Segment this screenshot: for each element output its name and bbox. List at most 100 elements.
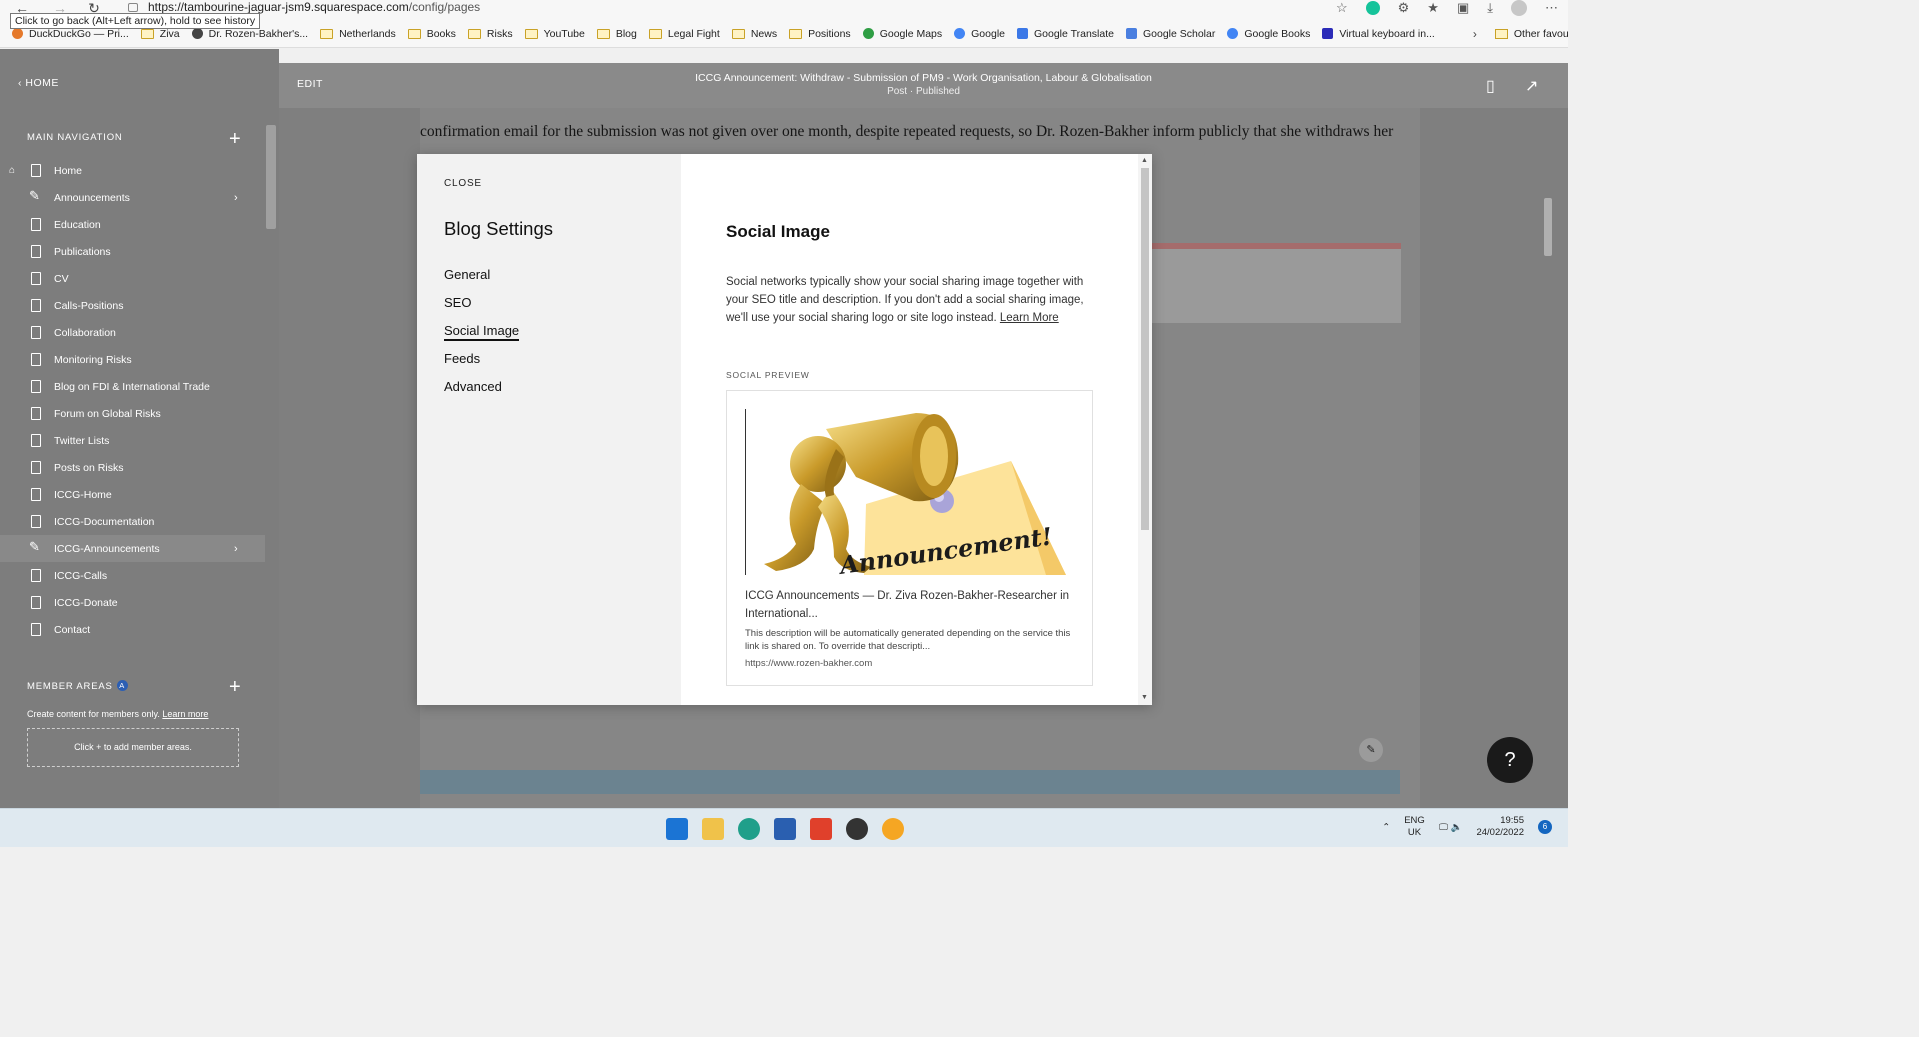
more-icon[interactable]: ⋯ [1545, 0, 1558, 17]
file-explorer-icon[interactable] [702, 818, 724, 840]
tab-general[interactable]: General [444, 267, 519, 295]
browser-icon[interactable] [882, 818, 904, 840]
home-icon: ⌂ [9, 165, 16, 176]
page-status: Post · Published [887, 86, 960, 97]
downloads-icon[interactable]: ⤓ [1487, 0, 1493, 17]
bookmark-item[interactable]: Google Translate [1017, 28, 1114, 40]
bookmark-item[interactable]: YouTube [524, 28, 585, 40]
expand-icon[interactable]: ↗ [1525, 76, 1538, 96]
home-link[interactable]: ‹ HOME [18, 77, 59, 89]
mobile-preview-icon[interactable]: ▯ [1486, 76, 1495, 96]
help-button[interactable]: ? [1487, 737, 1533, 783]
tab-advanced[interactable]: Advanced [444, 379, 519, 407]
embedded-taskbar-image [420, 770, 1400, 794]
sidebar-item-monitoring-risks[interactable]: Monitoring Risks [0, 346, 265, 373]
sidebar-item-iccg-announcements[interactable]: ICCG-Announcements› [0, 535, 265, 562]
page-title: ICCG Announcement: Withdraw - Submission… [695, 72, 1152, 84]
bookmark-item[interactable]: Google Maps [862, 28, 942, 40]
folder-icon [789, 28, 803, 39]
learn-more-link[interactable]: Learn more [162, 709, 208, 719]
browser-toolbar: ← → ↻ https://tambourine-jaguar-jsm9.squ… [0, 0, 1568, 29]
page-icon [31, 326, 41, 339]
favourites-icon[interactable]: ★ [1427, 0, 1439, 17]
add-page-button[interactable]: + [229, 129, 241, 149]
bookmark-item[interactable]: DuckDuckGo — Pri... [12, 28, 129, 40]
sidebar-item-publications[interactable]: Publications [0, 238, 265, 265]
bookmark-item[interactable]: Google [954, 28, 1005, 40]
bookmark-item[interactable]: Virtual keyboard in... [1322, 28, 1435, 40]
bookmark-item[interactable]: News [731, 28, 777, 40]
sidebar-item-iccg-documentation[interactable]: ICCG-Documentation [0, 508, 265, 535]
folder-icon [467, 28, 481, 39]
extensions-icon[interactable]: ⚙ [1398, 0, 1410, 17]
add-member-area-button[interactable]: + [229, 677, 241, 697]
bookmark-item[interactable]: Google Scholar [1125, 28, 1215, 40]
sidebar-item-iccg-donate[interactable]: ICCG-Donate [0, 589, 265, 616]
windows-start-icon[interactable] [666, 818, 688, 840]
app-icon[interactable] [846, 818, 868, 840]
sidebar-item-home[interactable]: ⌂ Home [0, 157, 265, 184]
blog-icon [29, 539, 41, 555]
scroll-down-icon[interactable]: ▼ [1141, 694, 1148, 701]
site-icon [191, 28, 203, 39]
folder-icon [524, 28, 538, 39]
page-icon [31, 569, 41, 582]
sidebar-item-education[interactable]: Education [0, 211, 265, 238]
lock-icon [128, 3, 138, 12]
preview-url: https://www.rozen-bakher.com [745, 658, 873, 669]
learn-more-link[interactable]: Learn More [1000, 312, 1059, 324]
close-button[interactable]: CLOSE [444, 178, 482, 189]
address-bar[interactable]: https://tambourine-jaguar-jsm9.squarespa… [128, 0, 1298, 17]
sidebar-item-collaboration[interactable]: Collaboration [0, 319, 265, 346]
store-icon[interactable] [774, 818, 796, 840]
sidebar-item-announcements[interactable]: Announcements› [0, 184, 265, 211]
notification-badge[interactable]: 6 [1538, 820, 1552, 834]
bookmark-item[interactable]: Books [407, 28, 456, 40]
edit-pencil-icon[interactable]: ✎ [1359, 738, 1383, 762]
sidebar-scrollbar[interactable] [266, 125, 276, 229]
sidebar-item-contact[interactable]: Contact [0, 616, 265, 643]
sidebar-item-cv[interactable]: CV [0, 265, 265, 292]
collections-icon[interactable]: ▣ [1457, 0, 1469, 17]
editor-scrollbar[interactable] [1544, 198, 1552, 256]
modal-scrollbar-thumb[interactable] [1141, 168, 1149, 530]
folder-icon [407, 28, 421, 39]
office-icon[interactable] [810, 818, 832, 840]
bookmark-item[interactable]: Google Books [1227, 28, 1310, 40]
sidebar-item-iccg-calls[interactable]: ICCG-Calls [0, 562, 265, 589]
bookmark-item[interactable]: Netherlands [320, 28, 396, 40]
tab-seo[interactable]: SEO [444, 295, 519, 323]
chevron-right-icon[interactable]: › [1473, 27, 1477, 41]
add-member-area-placeholder[interactable]: Click + to add member areas. [27, 728, 239, 767]
scroll-up-icon[interactable]: ▲ [1141, 157, 1148, 164]
grammarly-icon[interactable] [1365, 1, 1380, 15]
add-favourite-icon[interactable]: ☆ [1336, 0, 1348, 17]
sidebar-item-iccg-home[interactable]: ICCG-Home [0, 481, 265, 508]
bookmark-item[interactable]: Risks [467, 28, 513, 40]
sidebar-item-blog-fdi[interactable]: Blog on FDI & International Trade [0, 373, 265, 400]
tab-social-image[interactable]: Social Image [444, 323, 520, 351]
sidebar-item-twitter-lists[interactable]: Twitter Lists [0, 427, 265, 454]
clock[interactable]: 19:55 24/02/2022 [1476, 815, 1524, 839]
bookmark-item[interactable]: Ziva [140, 28, 180, 40]
windows-taskbar: ⌃ ENG UK 🖵 🔈 19:55 24/02/2022 6 [0, 808, 1568, 847]
bookmark-item[interactable]: Positions [789, 28, 851, 40]
back-tooltip: Click to go back (Alt+Left arrow), hold … [10, 13, 261, 29]
page-icon [31, 407, 41, 420]
bookmark-item[interactable]: Legal Fight [648, 28, 720, 40]
tab-feeds[interactable]: Feeds [444, 351, 519, 379]
sidebar-item-calls-positions[interactable]: Calls-Positions [0, 292, 265, 319]
profile-avatar[interactable] [1511, 0, 1527, 16]
bookmark-item[interactable]: Blog [596, 28, 637, 40]
bookmark-item[interactable]: Dr. Rozen-Bakher's... [191, 28, 308, 40]
keyboard-icon [1322, 28, 1334, 39]
social-preview-image[interactable]: Announcement! [745, 409, 1067, 575]
language-indicator[interactable]: ENG UK [1404, 815, 1425, 839]
edge-icon[interactable] [738, 818, 760, 840]
sidebar-item-posts-on-risks[interactable]: Posts on Risks [0, 454, 265, 481]
chevron-up-icon[interactable]: ⌃ [1382, 822, 1390, 833]
system-tray: ⌃ ENG UK 🖵 🔈 19:55 24/02/2022 6 [1382, 815, 1552, 839]
network-volume-icon[interactable]: 🖵 🔈 [1439, 822, 1463, 833]
sidebar-item-forum-global-risks[interactable]: Forum on Global Risks [0, 400, 265, 427]
other-favourites[interactable]: Other favourites [1494, 28, 1568, 40]
